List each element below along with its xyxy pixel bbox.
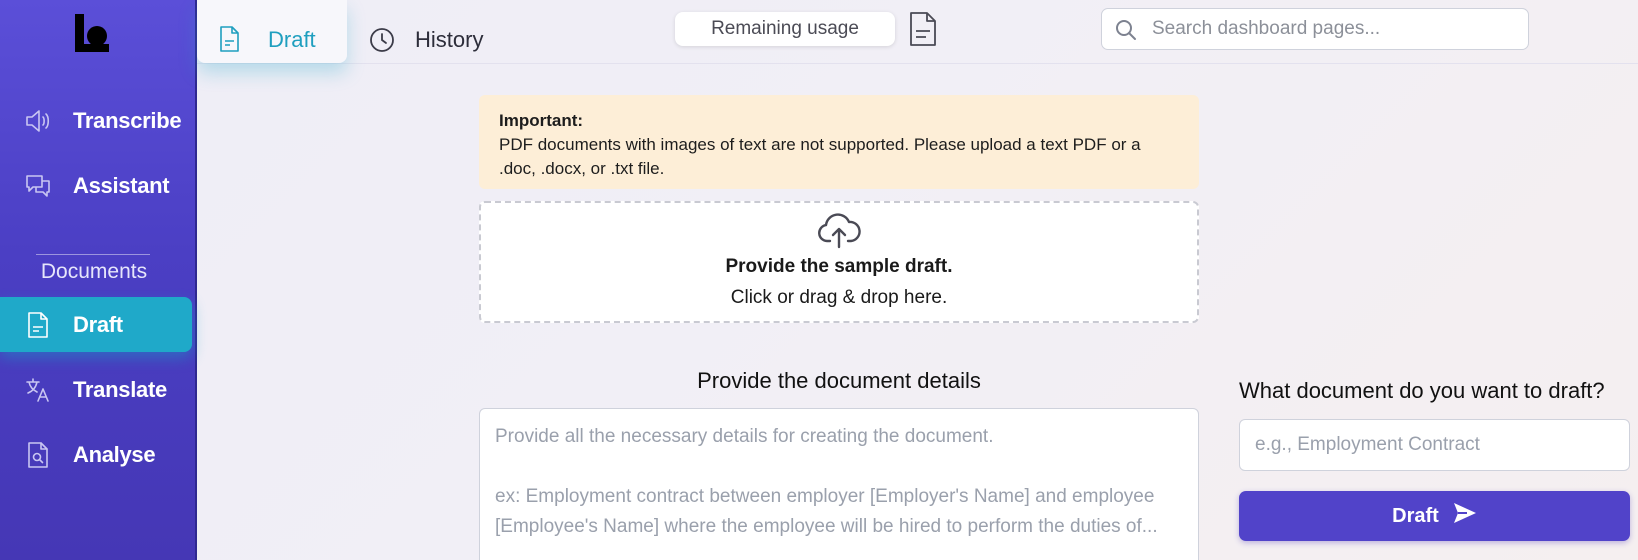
tab-label: Draft — [268, 27, 316, 52]
notice-body: PDF documents with images of text are no… — [499, 135, 1141, 178]
search-input[interactable] — [1152, 15, 1512, 43]
draft-button-label: Draft — [1392, 504, 1439, 527]
sample-draft-dropzone[interactable]: Provide the sample draft. Click or drag … — [479, 201, 1199, 323]
document-details-textarea[interactable] — [479, 408, 1199, 560]
sidebar-item-label: Draft — [73, 311, 123, 337]
sidebar-item-label: Analyse — [73, 441, 156, 467]
tab-label: History — [415, 27, 484, 52]
clock-icon — [369, 27, 395, 58]
top-bar: Draft History Remaining usage — [197, 0, 1638, 64]
sidebar-item-analyse[interactable]: Analyse — [0, 427, 192, 482]
sidebar-divider — [36, 254, 150, 255]
document-icon[interactable] — [908, 11, 938, 52]
speaker-icon — [24, 107, 52, 135]
send-icon — [1453, 502, 1477, 530]
document-icon — [219, 26, 241, 57]
dropzone-title: Provide the sample draft. — [725, 256, 953, 277]
cloud-upload-icon — [817, 213, 861, 254]
sidebar-item-draft[interactable]: Draft — [0, 297, 192, 352]
search-icon — [1114, 18, 1138, 47]
remaining-usage-button[interactable]: Remaining usage — [675, 12, 895, 46]
sidebar: Transcribe Assistant Documents Draft Tra… — [0, 0, 197, 560]
sidebar-item-label: Assistant — [73, 172, 170, 198]
sidebar-section-label: Documents — [40, 260, 148, 283]
document-type-input[interactable] — [1239, 419, 1630, 471]
draft-question-title: What document do you want to draft? — [1239, 378, 1605, 403]
translate-icon — [24, 376, 52, 404]
sidebar-item-label: Translate — [73, 376, 167, 402]
sidebar-item-transcribe[interactable]: Transcribe — [0, 93, 192, 148]
important-notice: Important: PDF documents with images of … — [479, 95, 1199, 189]
app-logo[interactable] — [75, 14, 111, 56]
sidebar-item-translate[interactable]: Translate — [0, 362, 192, 417]
document-icon — [24, 311, 52, 339]
chat-bubbles-icon — [24, 172, 52, 200]
notice-title: Important: — [499, 111, 584, 130]
search-box — [1101, 8, 1529, 50]
document-search-icon — [24, 441, 52, 469]
sidebar-item-assistant[interactable]: Assistant — [0, 158, 192, 213]
tab-history[interactable]: History — [369, 0, 509, 63]
sidebar-item-label: Transcribe — [73, 107, 182, 133]
draft-button[interactable]: Draft — [1239, 491, 1630, 541]
tab-draft[interactable]: Draft — [197, 0, 347, 63]
details-title: Provide the document details — [697, 368, 981, 393]
dropzone-hint: Click or drag & drop here. — [730, 287, 948, 308]
